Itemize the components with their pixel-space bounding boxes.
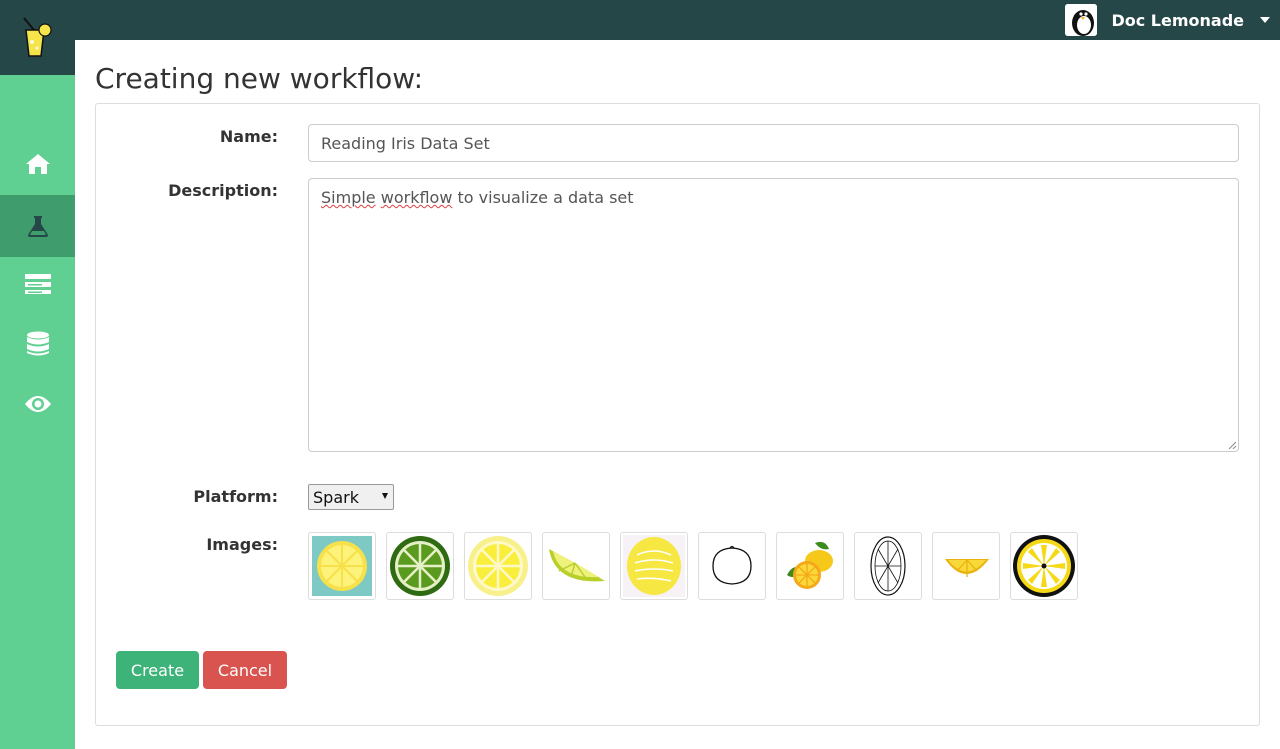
image-option-4[interactable] [542, 532, 610, 600]
sidebar-item-datasets[interactable] [0, 313, 75, 375]
description-label: Description: [168, 181, 278, 200]
chevron-down-icon[interactable] [1260, 17, 1270, 23]
create-button[interactable]: Create [116, 651, 199, 689]
lemonade-glass-icon [22, 16, 52, 57]
image-option-8[interactable] [854, 532, 922, 600]
image-option-5[interactable] [620, 532, 688, 600]
description-rest: to visualize a data set [457, 188, 634, 207]
image-option-10[interactable] [1010, 532, 1078, 600]
database-icon [26, 331, 49, 356]
platform-selected: Spark [313, 488, 359, 507]
lime-slice-icon [390, 536, 450, 596]
avatar [1065, 4, 1098, 36]
select-arrow-icon [382, 493, 388, 499]
lemon-slice-pale-icon [468, 536, 528, 596]
lemons-leaves-icon [787, 541, 833, 589]
lemon-outline-icon [712, 545, 752, 585]
image-option-3[interactable] [464, 532, 532, 600]
sidebar-item-home[interactable] [0, 133, 75, 195]
sidebar [0, 75, 75, 749]
user-name: Doc Lemonade [1111, 10, 1244, 30]
platform-label: Platform: [193, 487, 278, 506]
description-word-2: workflow [380, 188, 453, 207]
images-label: Images: [206, 535, 278, 554]
lemon-lettered-icon [623, 535, 685, 597]
page-title: Creating new workflow: [95, 62, 424, 95]
eye-icon [24, 396, 51, 412]
lemon-half-wedge-icon [945, 559, 989, 577]
platform-select[interactable]: Spark [308, 484, 394, 510]
image-option-9[interactable] [932, 532, 1000, 600]
lemon-slice-bold-icon [1013, 535, 1075, 597]
sidebar-item-servers[interactable] [0, 253, 75, 315]
flask-icon [27, 216, 48, 237]
cancel-button[interactable]: Cancel [203, 651, 287, 689]
lemon-slice-teal-icon [312, 536, 372, 596]
sidebar-item-workflows[interactable] [0, 195, 75, 257]
name-field[interactable]: Reading Iris Data Set [308, 124, 1239, 162]
user-menu[interactable]: Doc Lemonade [1065, 0, 1280, 40]
penguin-icon [1065, 4, 1098, 36]
server-icon [24, 274, 51, 294]
image-option-6[interactable] [698, 532, 766, 600]
description-word-1: Simple [321, 188, 376, 207]
image-option-1[interactable] [308, 532, 376, 600]
lime-wedge-icon [549, 549, 605, 582]
app-logo[interactable] [0, 0, 75, 75]
image-option-2[interactable] [386, 532, 454, 600]
home-icon [25, 154, 50, 174]
description-field[interactable]: Simple workflow to visualize a data set [308, 178, 1239, 452]
resize-handle-icon[interactable] [1228, 441, 1236, 449]
sidebar-item-visualize[interactable] [0, 373, 75, 435]
lemon-slice-sketch-icon [870, 536, 906, 596]
image-option-7[interactable] [776, 532, 844, 600]
name-label: Name: [219, 127, 278, 146]
